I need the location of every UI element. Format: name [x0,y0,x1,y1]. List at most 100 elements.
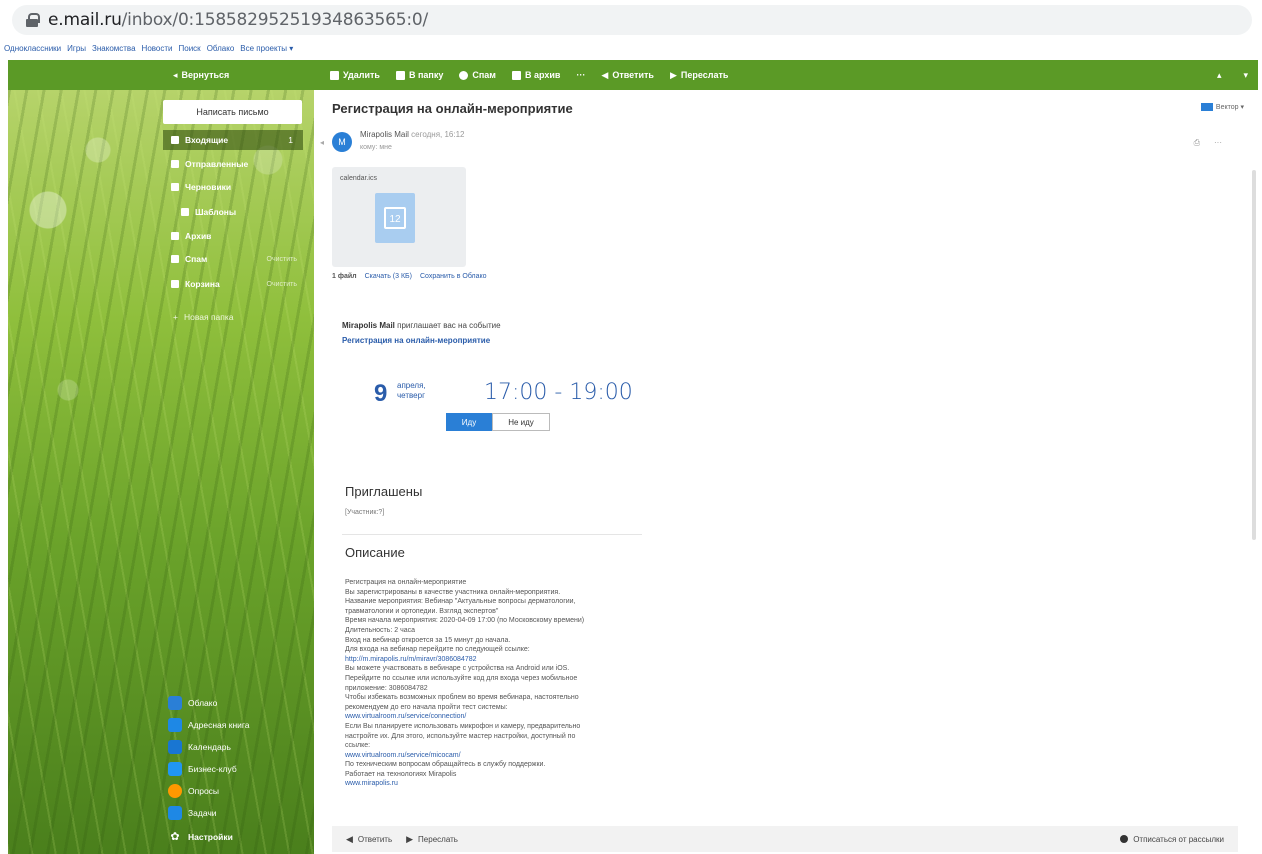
folder-archive[interactable]: Архив [163,226,303,246]
url-field[interactable]: e.mail.ru/inbox/0:15858295251934863565:0… [12,5,1252,35]
description-link[interactable]: www.virtualroom.ru/service/micocam/ [345,751,645,761]
portal-link[interactable]: Знакомства [92,44,136,58]
scrollbar[interactable] [1252,170,1256,540]
portal-link[interactable]: Игры [67,44,86,58]
archive-button[interactable]: В архив [511,70,561,80]
gear-icon: ✿ [170,831,180,843]
description-line: рекомендуем до его начала пройти тест си… [345,703,508,711]
sidebar-link-business[interactable]: Бизнес-клуб [168,762,237,776]
rsvp-no-button[interactable]: Не иду [492,413,550,431]
inbox-icon [171,136,179,144]
archive-label: В архив [524,70,561,80]
folder-sent[interactable]: Отправленные [163,154,303,174]
portal-link[interactable]: Новости [142,44,173,58]
event-title-link[interactable]: Регистрация на онлайн-мероприятие [342,336,490,345]
description-line: Для входа на вебинар перейдите по следую… [345,646,530,654]
portal-link[interactable]: Одноклассники [4,44,61,58]
more-button[interactable]: ··· [576,70,585,80]
folder-inbox[interactable]: Входящие 1 [163,130,303,150]
event-month: апреля, [397,381,426,390]
browser-address-bar: e.mail.ru/inbox/0:15858295251934863565:0… [0,0,1262,40]
attachment-meta: 1 файл Скачать (3 КБ) Сохранить в Облако [332,273,487,280]
move-to-folder-button[interactable]: В папку [395,70,443,80]
arrow-left-icon: ◂ [173,69,178,80]
unsubscribe-icon [1120,835,1129,843]
description-heading: Описание [345,545,405,560]
lock-icon [26,13,40,27]
sidebar-link-polls[interactable]: Опросы [168,784,219,798]
folder-label: Спам [185,254,208,264]
description-line: Чтобы избежать возможных проблем во врем… [345,694,579,702]
folder-label: Отправленные [185,159,249,169]
back-label: Вернуться [181,70,230,80]
sidebar-link-tasks[interactable]: Задачи [168,806,217,820]
back-button[interactable]: ◂ Вернуться [173,70,229,81]
collapse-icon[interactable]: ◂ [320,138,324,147]
themes-label: Вектор ▾ [1215,104,1244,111]
sender-name[interactable]: Mirapolis Mail [360,130,409,139]
rsvp-yes-button[interactable]: Иду [446,413,492,431]
more-label: ··· [576,70,586,80]
message-time: сегодня, 16:12 [411,130,465,139]
portal-link[interactable]: Поиск [179,44,201,58]
description-body: Регистрация на онлайн-мероприятие Вы заре… [345,578,645,789]
avatar[interactable]: M [332,132,352,152]
save-to-cloud-link[interactable]: Сохранить в Облако [420,273,487,280]
prev-message-button[interactable]: ▴ [1217,70,1222,81]
delete-button[interactable]: Удалить [330,70,380,80]
more-options-icon[interactable]: ··· [1214,138,1222,148]
attachment-name: calendar.ics [340,175,377,182]
footer-forward-button[interactable]: ▶ Переслать [406,834,458,845]
forward-button[interactable]: ▶ Переслать [670,70,728,81]
description-line: Работает на технологиях Mirapolis [345,770,457,778]
compose-button[interactable]: Написать письмо [163,100,302,124]
themes-button[interactable]: Вектор ▾ [1200,103,1244,111]
link-label: Бизнес-клуб [188,764,237,774]
tasks-icon [168,806,182,820]
folder-templates[interactable]: Шаблоны [163,202,303,222]
clear-spam-link[interactable]: Очистить [267,256,297,263]
archive-icon [171,232,179,240]
print-icon[interactable]: ⎙ [1194,138,1200,148]
message-view: Регистрация на онлайн-мероприятие Вектор… [314,90,1258,854]
description-link[interactable]: http://m.mirapolis.ru/m/miravr/308608478… [345,655,645,665]
reply-button[interactable]: ◀ Ответить [601,70,654,81]
description-link[interactable]: www.virtualroom.ru/service/connection/ [345,712,645,722]
description-line: Вход на вебинар откроется за 15 минут до… [345,636,511,644]
spam-button[interactable]: Спам [459,70,496,80]
portal-link[interactable]: Все проекты ▾ [240,44,293,58]
description-link[interactable]: www.mirapolis.ru [345,779,645,789]
footer-reply-button[interactable]: ◀ Ответить [346,834,392,845]
calendar-icon [168,740,182,754]
spam-label: Спам [472,70,496,80]
link-label: Настройки [188,832,233,842]
reply-label: Ответить [357,834,393,844]
reply-icon: ◀ [601,69,609,80]
description-line: Если Вы планируете использовать микрофон… [345,722,581,730]
folder-label: Архив [185,231,212,241]
sidebar-link-settings[interactable]: ✿ Настройки [168,830,233,844]
sidebar-link-contacts[interactable]: Адресная книга [168,718,250,732]
attachment-card[interactable]: calendar.ics 12 [332,167,466,267]
sender-info: Mirapolis Mail сегодня, 16:12 [360,130,465,139]
unread-count: 1 [288,135,293,145]
folder-drafts[interactable]: Черновики [163,177,303,197]
download-link[interactable]: Скачать (3 КБ) [365,273,412,280]
spam-icon [459,70,469,80]
forward-label: Переслать [680,70,729,80]
folder-label: Черновики [185,182,232,192]
next-message-button[interactable]: ▾ [1243,70,1248,81]
drafts-icon [171,183,179,191]
sidebar-link-cloud[interactable]: Облако [168,696,217,710]
folder-spam[interactable]: Спам Очистить [163,249,303,269]
archive-icon [511,70,521,80]
unsubscribe-button[interactable]: Отписаться от рассылки [1120,835,1224,844]
description-line: ссылке: [345,742,371,750]
sidebar-link-calendar[interactable]: Календарь [168,740,231,754]
new-folder-button[interactable]: + Новая папка [173,312,234,322]
clear-trash-link[interactable]: Очистить [267,281,297,288]
invite-text: приглашает вас на событие [397,321,501,330]
folder-trash[interactable]: Корзина Очистить [163,274,303,294]
portal-link[interactable]: Облако [207,44,235,58]
sent-icon [171,160,179,168]
